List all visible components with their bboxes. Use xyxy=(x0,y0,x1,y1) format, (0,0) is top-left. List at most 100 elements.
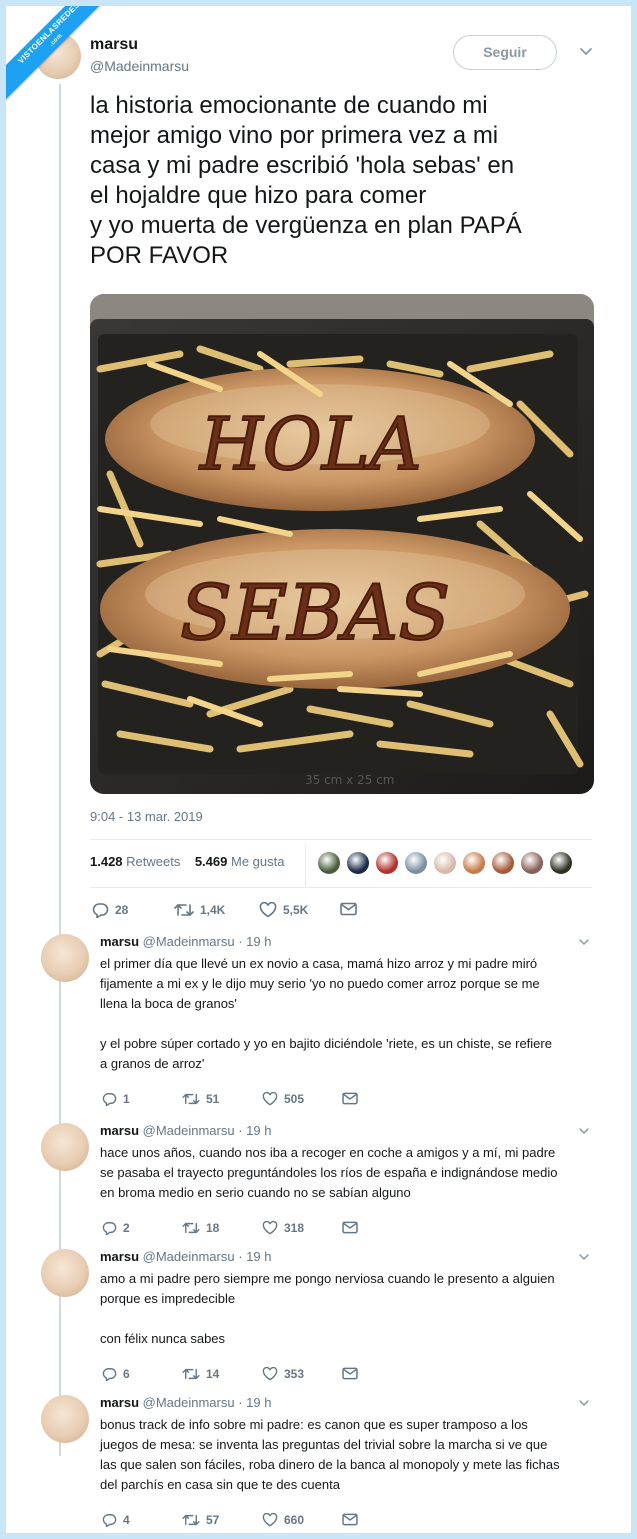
like-action[interactable]: 660 xyxy=(262,1513,304,1527)
reply-text-line: las que salen son fáciles, roba dinero d… xyxy=(100,1457,560,1472)
author-handle[interactable]: @Madeinmarsu · 19 h xyxy=(139,1249,272,1264)
reply-text: hace unos años, cuando nos iba a recoger… xyxy=(100,1143,600,1203)
reply-count: 6 xyxy=(123,1367,130,1381)
like-action[interactable]: 318 xyxy=(262,1221,304,1235)
chevron-down-icon[interactable] xyxy=(578,1399,590,1408)
reply-action[interactable]: 4 xyxy=(102,1513,130,1527)
avatar[interactable] xyxy=(41,1123,89,1171)
reply-icon xyxy=(102,1222,117,1235)
liker-avatar[interactable] xyxy=(347,852,369,874)
like-count: 660 xyxy=(284,1513,305,1527)
retweets-label[interactable]: Retweets xyxy=(126,854,180,869)
reply-icon xyxy=(92,903,109,918)
engagement-stats: 1.428 Retweets 5.469 Me gusta xyxy=(90,854,284,869)
reply-text-line: porque es impredecible xyxy=(100,1291,236,1306)
retweet-icon xyxy=(182,1222,200,1234)
author-name[interactable]: marsu xyxy=(100,1395,139,1410)
envelope-icon xyxy=(342,1092,358,1105)
message-action[interactable] xyxy=(342,1221,364,1234)
liker-avatar[interactable] xyxy=(550,852,572,874)
liker-avatar[interactable] xyxy=(405,852,427,874)
liker-avatar[interactable] xyxy=(376,852,398,874)
message-action[interactable] xyxy=(342,1092,364,1105)
reply-header: marsu @Madeinmarsu · 19 h xyxy=(100,1395,271,1410)
pastry-word-bottom: SEBAS xyxy=(180,568,450,657)
retweet-count: 51 xyxy=(206,1092,220,1106)
message-action[interactable] xyxy=(340,902,363,916)
reply-text-line: hace unos años, cuando nos iba a recoger… xyxy=(100,1145,556,1160)
author-handle[interactable]: @Madeinmarsu xyxy=(90,58,189,74)
stats-separator xyxy=(305,844,306,888)
retweet-action[interactable]: 51 xyxy=(182,1092,219,1106)
heart-icon xyxy=(262,1513,278,1527)
like-count: 5,5K xyxy=(283,903,309,917)
heart-icon xyxy=(262,1221,278,1235)
author-handle[interactable]: @Madeinmarsu · 19 h xyxy=(139,1395,272,1410)
reply-action[interactable]: 1 xyxy=(102,1092,130,1106)
reply-action[interactable]: 28 xyxy=(92,902,128,918)
author-name[interactable]: marsu xyxy=(100,934,139,949)
retweet-icon xyxy=(182,1368,200,1380)
retweet-icon xyxy=(174,904,194,916)
reply-text: el primer día que llevé un ex novio a ca… xyxy=(100,954,600,1074)
reply-text-line: con félix nunca sabes xyxy=(100,1331,226,1346)
retweet-action[interactable]: 18 xyxy=(182,1221,219,1235)
author-name[interactable]: marsu xyxy=(100,1249,139,1264)
reply-icon xyxy=(102,1514,117,1527)
pastry-word-top: HOLA xyxy=(198,402,422,486)
reply-text-line: y el pobre súper cortado y yo en bajito … xyxy=(100,1036,552,1051)
liker-avatar[interactable] xyxy=(434,852,456,874)
like-action[interactable]: 353 xyxy=(262,1367,304,1381)
chevron-down-icon[interactable] xyxy=(578,1127,590,1136)
like-action[interactable]: 5,5K xyxy=(259,902,308,918)
envelope-icon xyxy=(342,1367,358,1380)
avatar[interactable] xyxy=(41,1249,89,1297)
reply-text-line: en broma medio en serio cuando no se sab… xyxy=(100,1185,411,1200)
reply-action[interactable]: 6 xyxy=(102,1367,130,1381)
message-action[interactable] xyxy=(342,1513,364,1526)
retweet-action[interactable]: 14 xyxy=(182,1367,219,1381)
liker-avatar[interactable] xyxy=(463,852,485,874)
chevron-down-icon[interactable] xyxy=(578,1253,590,1262)
reply-text: bonus track de info sobre mi padre: es c… xyxy=(100,1415,600,1495)
reply-header: marsu @Madeinmarsu · 19 h xyxy=(100,1249,271,1264)
reply-header: marsu @Madeinmarsu · 19 h xyxy=(100,1123,271,1138)
author-handle[interactable]: @Madeinmarsu · 19 h xyxy=(139,934,272,949)
retweet-count: 14 xyxy=(206,1367,220,1381)
tweet-photo[interactable]: HOLA SEBAS 35 cm x 25 cm xyxy=(90,294,594,794)
likes-label[interactable]: Me gusta xyxy=(231,854,284,869)
liker-avatar[interactable] xyxy=(318,852,340,874)
heart-icon xyxy=(262,1367,278,1381)
reply-text-line: a granos de arroz' xyxy=(100,1056,205,1071)
tweet-text-line: mejor amigo vino por primera vez a mi xyxy=(90,122,499,149)
retweet-count: 18 xyxy=(206,1221,220,1235)
liker-avatar[interactable] xyxy=(492,852,514,874)
reply-text-line: el primer día que llevé un ex novio a ca… xyxy=(100,956,538,971)
author-name[interactable]: marsu xyxy=(100,1123,139,1138)
retweet-action[interactable]: 57 xyxy=(182,1513,219,1527)
retweets-count[interactable]: 1.428 xyxy=(90,854,123,869)
like-count: 353 xyxy=(284,1367,305,1381)
follow-button[interactable]: Seguir xyxy=(453,35,557,70)
divider xyxy=(90,839,592,840)
heart-icon xyxy=(262,1092,278,1106)
like-action[interactable]: 505 xyxy=(262,1092,304,1106)
chevron-down-icon[interactable] xyxy=(578,938,590,947)
avatar[interactable] xyxy=(41,1395,89,1443)
divider xyxy=(90,887,592,888)
tweet-timestamp[interactable]: 9:04 - 13 mar. 2019 xyxy=(90,809,203,824)
envelope-icon xyxy=(342,1221,358,1234)
author-name[interactable]: marsu xyxy=(90,36,138,54)
author-handle[interactable]: @Madeinmarsu · 19 h xyxy=(139,1123,272,1138)
message-action[interactable] xyxy=(342,1367,364,1380)
envelope-icon xyxy=(342,1513,358,1526)
likes-count[interactable]: 5.469 xyxy=(195,854,228,869)
reply-count: 4 xyxy=(123,1513,130,1527)
reply-action[interactable]: 2 xyxy=(102,1221,130,1235)
envelope-icon xyxy=(340,902,357,916)
liker-avatar[interactable] xyxy=(521,852,543,874)
retweet-action[interactable]: 1,4K xyxy=(174,902,225,918)
avatar[interactable] xyxy=(41,934,89,982)
chevron-down-icon[interactable] xyxy=(578,46,594,58)
